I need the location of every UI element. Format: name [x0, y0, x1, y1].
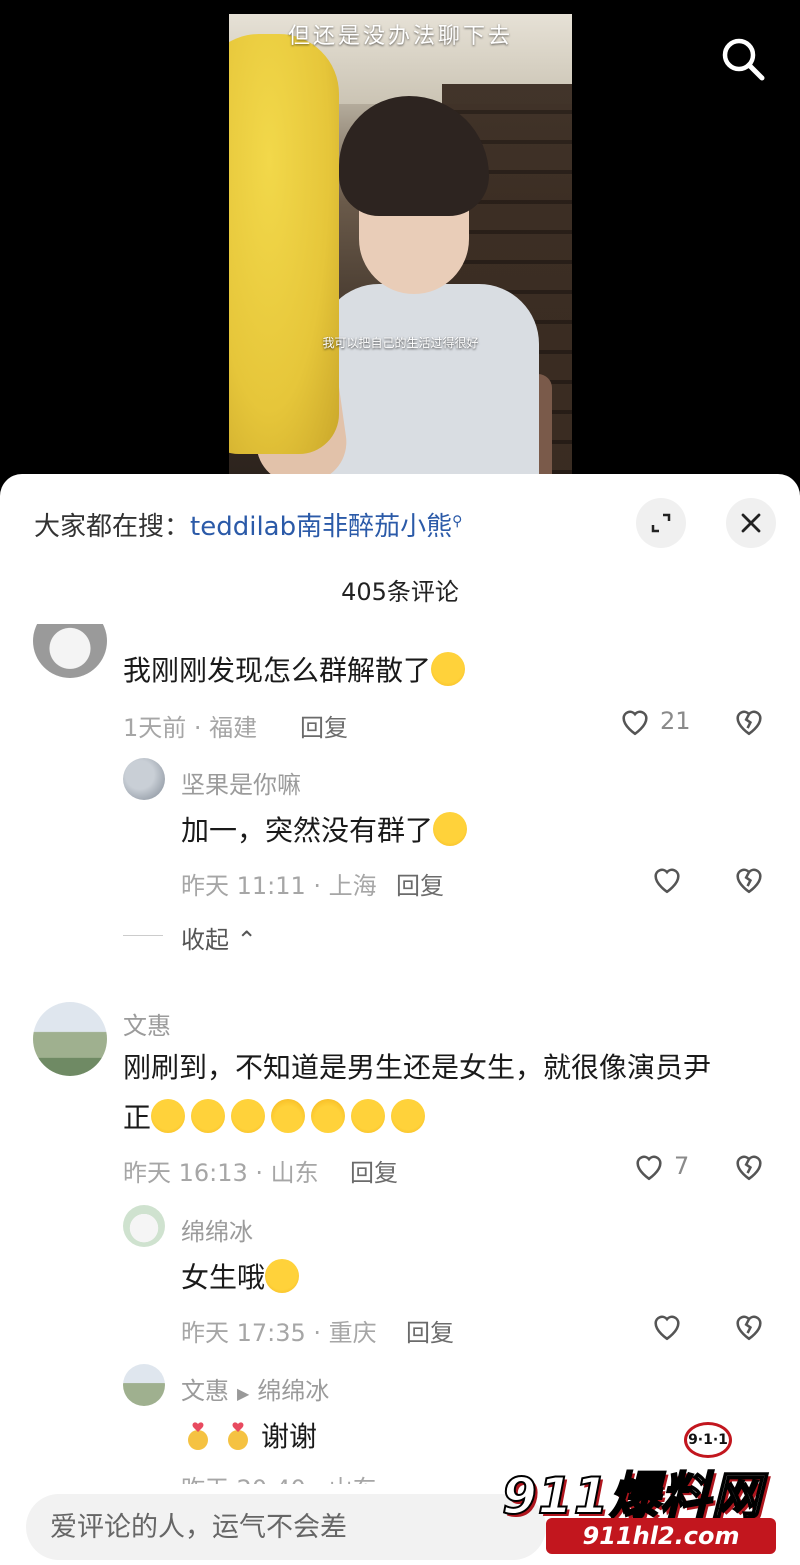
- comment-body-line2: 正: [123, 1093, 773, 1143]
- comment-input[interactable]: [26, 1494, 546, 1560]
- video-plush-bear: [229, 34, 339, 454]
- reply-author[interactable]: 绵绵冰: [181, 1212, 253, 1247]
- comment-count: 405条评论: [341, 578, 459, 606]
- chevron-up-icon: ⌃: [236, 926, 257, 954]
- video-player[interactable]: 但还是没办法聊下去 我可以把自己的生活过得很好: [0, 0, 800, 500]
- reply-button[interactable]: 回复: [350, 1153, 398, 1188]
- partying-emoji: [351, 1099, 386, 1133]
- reply-meta: 昨天 11:11 · 上海: [181, 872, 377, 900]
- broken-heart-icon[interactable]: [732, 1149, 766, 1183]
- reply-author[interactable]: 文惠: [181, 1377, 229, 1405]
- site-watermark-logo: 9·1·1 911爆料网 911hl2.com: [488, 1418, 798, 1563]
- comment-author[interactable]: 文惠: [123, 1006, 171, 1041]
- party-face-emoji: [191, 1099, 226, 1133]
- money-hat-emoji: [311, 1099, 346, 1133]
- video-person-shirt: [319, 284, 539, 484]
- hot-search-prefix: 大家都在搜：: [34, 512, 191, 542]
- collapse-replies-button[interactable]: 收起 ⌃: [181, 920, 257, 955]
- reply-arrow-icon: ▶: [237, 1384, 250, 1403]
- collapse-divider: [123, 935, 163, 936]
- comment-input-box[interactable]: [26, 1494, 546, 1560]
- reply-button[interactable]: 回复: [300, 708, 348, 743]
- avatar[interactable]: [123, 1205, 165, 1247]
- comment-body: 我刚刚发现怎么群解散了: [123, 654, 432, 687]
- reply-body: 加一，突然没有群了: [181, 814, 434, 847]
- reply-body: 谢谢: [261, 1420, 318, 1453]
- comment-body-line2-text: 正: [123, 1101, 152, 1134]
- avatar[interactable]: [33, 624, 107, 678]
- close-button[interactable]: [726, 498, 776, 548]
- hot-search-keyword[interactable]: teddilab南非醉茄小熊: [190, 512, 452, 542]
- like-button[interactable]: 21: [618, 704, 691, 738]
- crying-emoji: [431, 652, 466, 686]
- reply-author-line: 文惠 ▶ 绵绵冰: [181, 1371, 329, 1406]
- comment-text: 我刚刚发现怎么群解散了: [123, 646, 471, 696]
- reply-meta: 昨天 20:40 · 山东: [181, 1469, 377, 1484]
- video-frame[interactable]: [229, 14, 572, 484]
- broken-heart-icon[interactable]: [732, 862, 766, 896]
- comment-body-line1: 刚刷到，不知道是男生还是女生，就很像演员尹: [123, 1051, 712, 1084]
- video-subtitle: 我可以把自己的生活过得很好: [322, 336, 479, 350]
- like-button[interactable]: 7: [632, 1149, 689, 1183]
- avatar[interactable]: [33, 1002, 107, 1076]
- like-count: 21: [660, 707, 691, 735]
- video-caption: 但还是没办法聊下去: [287, 24, 513, 49]
- heart-icon[interactable]: [650, 1309, 684, 1343]
- party-face-emoji: [151, 1099, 186, 1133]
- heart-icon: [636, 1155, 662, 1181]
- reply-text: 谢谢: [181, 1412, 317, 1462]
- comment-meta: 昨天 16:13 · 山东: [123, 1159, 319, 1187]
- reply-text: 女生哦: [181, 1253, 305, 1303]
- avatar[interactable]: [123, 1364, 165, 1406]
- partying-emoji: [391, 1099, 426, 1133]
- watermark-url: 911hl2.com: [546, 1518, 776, 1554]
- heart-hands-emoji: [181, 1418, 215, 1452]
- heart-icon[interactable]: [650, 862, 684, 896]
- heart-hands-emoji: [221, 1418, 255, 1452]
- reply-meta: 昨天 17:35 · 重庆: [181, 1319, 377, 1347]
- search-icon: [722, 38, 765, 81]
- reply-button[interactable]: 回复: [406, 1313, 454, 1348]
- comment-sheet: 大家都在搜：teddilab南非醉茄小熊⚲ 405条评论 我刚刚发现怎么群解散了…: [0, 474, 800, 1565]
- crying-emoji: [433, 812, 468, 846]
- reply-text: 加一，突然没有群了: [181, 806, 473, 856]
- sheet-header: 大家都在搜：teddilab南非醉茄小熊⚲ 405条评论: [0, 474, 800, 624]
- reply-author[interactable]: 坚果是你嘛: [181, 765, 301, 800]
- tongue-face-emoji: [265, 1259, 300, 1293]
- comment-list[interactable]: 我刚刚发现怎么群解散了 1天前 · 福建 回复 21 坚果是你嘛 加一，突然没有…: [0, 624, 800, 1484]
- money-hat-emoji: [271, 1099, 306, 1133]
- broken-heart-icon[interactable]: [732, 1309, 766, 1343]
- small-search-icon: ⚲: [452, 513, 463, 530]
- hot-search-link[interactable]: 大家都在搜：teddilab南非醉茄小熊⚲: [34, 506, 462, 543]
- party-face-emoji: [231, 1099, 266, 1133]
- broken-heart-icon[interactable]: [732, 704, 766, 738]
- close-icon: [741, 513, 761, 533]
- watermark-badge: 9·1·1: [684, 1422, 732, 1458]
- avatar[interactable]: [123, 758, 165, 800]
- heart-icon: [622, 710, 648, 736]
- comment-meta: 1天前 · 福建: [123, 714, 258, 742]
- search-button[interactable]: [718, 34, 768, 84]
- like-count: 7: [674, 1152, 690, 1180]
- reply-target[interactable]: 绵绵冰: [257, 1377, 329, 1405]
- expand-button[interactable]: [636, 498, 686, 548]
- expand-icon: [651, 513, 671, 533]
- comment-text: 刚刷到，不知道是男生还是女生，就很像演员尹 正: [123, 1043, 773, 1143]
- reply-body: 女生哦: [181, 1261, 266, 1294]
- collapse-label: 收起: [181, 926, 229, 954]
- reply-button[interactable]: 回复: [396, 866, 444, 901]
